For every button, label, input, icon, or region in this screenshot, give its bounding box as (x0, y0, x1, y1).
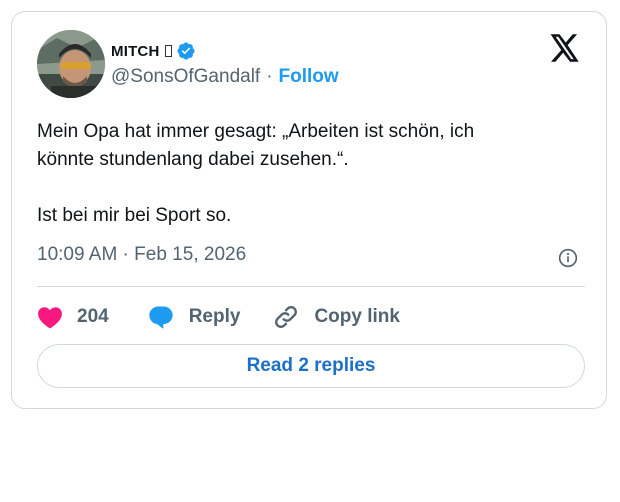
divider (37, 286, 585, 287)
tweet-text: Mein Opa hat immer gesagt: „Arbeiten ist… (37, 118, 577, 230)
heart-icon (38, 307, 62, 329)
follow-button[interactable]: Follow (279, 66, 339, 87)
tweet-line-2: könnte stundenlang dabei zusehen.“. (37, 149, 349, 170)
author-handle[interactable]: @SonsOfGandalf (111, 66, 260, 87)
timestamp[interactable]: 10:09 AM · Feb 15, 2026 (37, 244, 246, 266)
avatar[interactable] (37, 30, 105, 98)
tweet-card: MITCH @SonsOfGandalf · Follow Mein Opa hat… (11, 11, 607, 409)
link-icon (275, 306, 298, 328)
tweet-line-1: Mein Opa hat immer gesagt: „Arbeiten ist… (37, 121, 475, 142)
like-count: 204 (77, 306, 109, 327)
verified-badge-icon (176, 42, 195, 60)
copy-link-label: Copy link (314, 306, 400, 327)
author-name-row: MITCH (111, 41, 196, 61)
handle-row: @SonsOfGandalf · Follow (111, 66, 339, 88)
reply-label: Reply (188, 306, 241, 327)
reply-button[interactable]: Reply (147, 304, 241, 330)
reply-bubble-icon (149, 306, 173, 329)
emoji-placeholder-icon (164, 45, 172, 57)
like-button[interactable]: 204 (37, 305, 109, 329)
tweet-paragraph-2: Ist bei mir bei Sport so. (37, 205, 232, 226)
avatar-photo-icon (37, 30, 105, 98)
read-replies-button[interactable]: Read 2 replies (37, 344, 585, 388)
copy-link-button[interactable]: Copy link (272, 303, 400, 331)
info-icon[interactable] (558, 248, 578, 268)
separator-dot: · (266, 66, 273, 87)
display-name[interactable]: MITCH (111, 43, 160, 60)
x-logo-icon[interactable] (550, 34, 580, 62)
action-bar: 204 Reply Copy link (37, 302, 400, 332)
